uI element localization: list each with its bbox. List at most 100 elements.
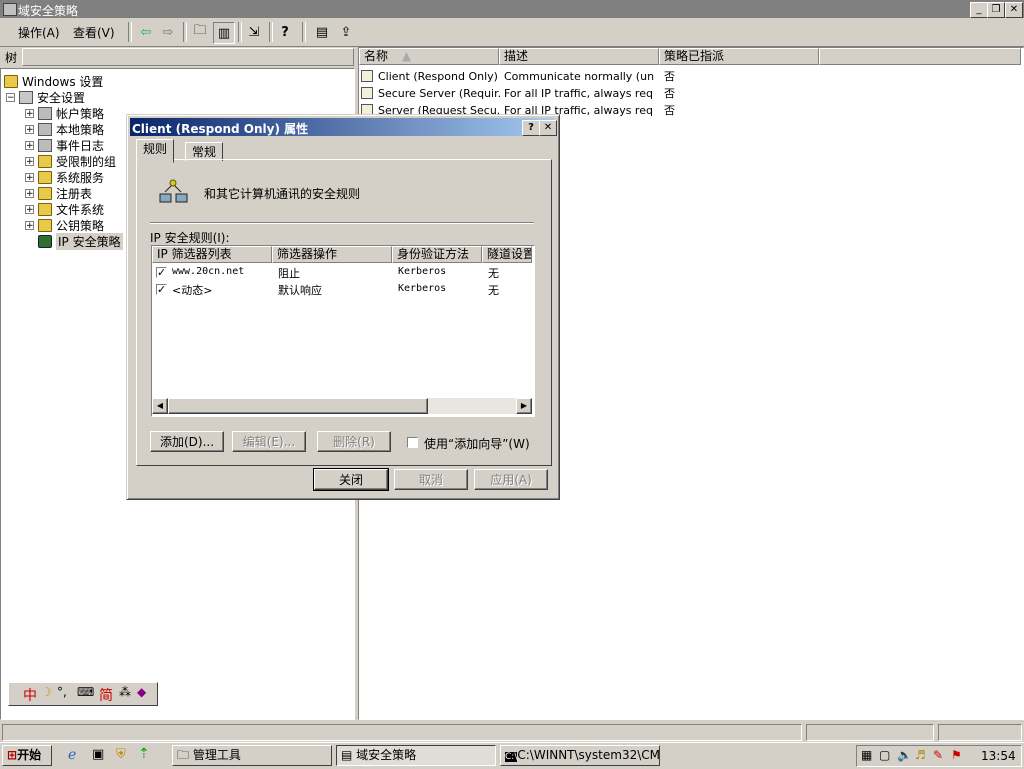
rule-row[interactable]: ✓ www.20cn.net 阻止 Kerberos 无 [152, 265, 532, 281]
quick-launch-arrow-icon[interactable]: ⇡ [138, 746, 150, 762]
tray-lock-icon[interactable]: ♬ [915, 748, 926, 762]
rule-column-header[interactable]: IP 筛选器列表 [152, 246, 272, 263]
task-domain-policy[interactable]: ▤ 域安全策略 [336, 745, 496, 766]
start-button[interactable]: ⊞开始 [2, 745, 52, 766]
scroll-thumb[interactable] [168, 398, 428, 414]
horizontal-scrollbar[interactable]: ◀ ▶ [152, 398, 532, 414]
keyboard-icon[interactable]: ⌨ [77, 685, 94, 699]
expand-icon[interactable]: + [25, 156, 34, 166]
restore-button[interactable]: ❐ [987, 2, 1005, 18]
wizard-checkbox-label[interactable]: 使用“添加向导”(W) [424, 435, 530, 452]
row-assigned: 否 [664, 104, 675, 117]
expand-icon[interactable]: + [25, 188, 34, 198]
rule-column-header[interactable]: 筛选器操作 [272, 246, 392, 263]
rule-column-header[interactable]: 隧道设置 [482, 246, 532, 263]
tree-item-label: IP 安全策略 [56, 232, 123, 250]
column-header-assigned[interactable]: 策略已指派 [659, 48, 819, 65]
collapse-icon[interactable]: − [6, 92, 15, 102]
remove-button[interactable]: 删除(R) [317, 431, 391, 452]
add-button[interactable]: 添加(D)... [150, 431, 224, 452]
tree-item-event-log[interactable]: + 事件日志 [25, 137, 104, 153]
close-dialog-button[interactable]: 关闭 [313, 468, 389, 491]
window-title-bar[interactable]: 域安全策略 _ ❐ ✕ [0, 0, 1024, 18]
ime-toolbar[interactable]: 中 ☽ °, ⌨ 简 ⁂ ◆ [8, 682, 158, 706]
expand-icon[interactable]: + [25, 172, 34, 182]
column-header-desc[interactable]: 描述 [499, 48, 659, 65]
menu-view[interactable]: 查看(V) [73, 24, 115, 41]
tab-rules[interactable]: 规则 [136, 139, 175, 163]
rule-action: 阻止 [278, 267, 300, 280]
dialog-close-button[interactable]: ✕ [539, 120, 557, 136]
properties-dialog[interactable]: Client (Respond Only) 属性 ? ✕ 规则 常规 和其它计算… [126, 114, 560, 500]
forward-icon[interactable]: ⇨ [158, 22, 178, 42]
rules-list[interactable]: IP 筛选器列表 筛选器操作 身份验证方法 隧道设置 ✓ www.20cn.ne… [151, 245, 535, 417]
wizard-checkbox[interactable] [407, 437, 418, 448]
windows-logo-icon: ⊞ [7, 748, 18, 762]
tree-root[interactable]: Windows 设置 [4, 73, 103, 89]
tree-item-ip-security[interactable]: IP 安全策略 [38, 232, 123, 250]
dialog-title-bar[interactable]: Client (Respond Only) 属性 ? ✕ [130, 118, 557, 136]
dialog-help-button[interactable]: ? [522, 120, 540, 136]
quick-launch-shield-icon[interactable]: ⛨ [116, 747, 126, 762]
policy-icon[interactable]: ▤ [312, 22, 332, 42]
scroll-left-button[interactable]: ◀ [152, 398, 168, 414]
cancel-button[interactable]: 取消 [394, 469, 468, 490]
expand-icon[interactable]: + [25, 140, 34, 150]
rule-checkbox[interactable]: ✓ [156, 267, 167, 278]
export-icon[interactable]: ⇲ [244, 22, 264, 42]
rule-auth: Kerberos [398, 283, 447, 294]
tree-item-label: 事件日志 [56, 138, 105, 153]
tray-monitor-icon[interactable]: ▢ [879, 748, 890, 762]
tray-clock[interactable]: 13:54 [981, 749, 1016, 763]
edit-button[interactable]: 编辑(E)... [232, 431, 306, 452]
list-row[interactable]: Client (Respond Only) Communicate normal… [361, 68, 1021, 84]
up-folder-icon[interactable]: 🗀 [190, 22, 210, 42]
help-icon[interactable]: ? [275, 22, 295, 42]
expand-icon[interactable]: + [25, 108, 34, 118]
rule-column-header[interactable]: 身份验证方法 [392, 246, 482, 263]
list-row[interactable]: Secure Server (Requir... For all IP traf… [361, 85, 1021, 101]
ime-simplified-indicator[interactable]: 简 [99, 685, 113, 705]
tree-item-account-policy[interactable]: + 帐户策略 [25, 105, 104, 121]
task-cmd[interactable]: C:\C:\WINNT\system32\CM... [500, 745, 660, 766]
dialog-description: 和其它计算机通讯的安全规则 [204, 187, 361, 201]
moon-icon[interactable]: ☽ [41, 685, 52, 699]
apply-button[interactable]: 应用(A) [474, 469, 548, 490]
minimize-button[interactable]: _ [970, 2, 988, 18]
book-icon[interactable]: ◆ [137, 685, 146, 699]
tray-network-icon[interactable]: ▦ [861, 748, 872, 762]
tree-item-registry[interactable]: + 注册表 [25, 185, 92, 201]
punctuation-icon[interactable]: °, [57, 685, 67, 699]
rule-row[interactable]: ✓ <动态> 默认响应 Kerberos 无 [152, 282, 532, 298]
quick-launch-ie-icon[interactable]: ℯ [68, 747, 76, 763]
soft-keyboard-icon[interactable]: ⁂ [119, 685, 131, 699]
row-desc: Communicate normally (uns... [504, 69, 654, 83]
assign-icon[interactable]: ⇪ [336, 22, 356, 42]
tree-item-file-system[interactable]: + 文件系统 [25, 201, 104, 217]
back-icon[interactable]: ⇦ [136, 22, 156, 42]
quick-launch-desktop-icon[interactable]: ▣ [92, 747, 104, 762]
scroll-right-button[interactable]: ▶ [516, 398, 532, 414]
column-header-name[interactable]: 名称 ▲ [359, 48, 499, 65]
expand-icon[interactable]: + [25, 220, 34, 230]
task-admin-tools[interactable]: 🗀 管理工具 [172, 745, 332, 766]
tree-item-system-services[interactable]: + 系统服务 [25, 169, 104, 185]
tree-item-local-policy[interactable]: + 本地策略 [25, 121, 104, 137]
tree-item-public-key[interactable]: + 公钥策略 [25, 217, 104, 233]
tree-security-settings[interactable]: − 安全设置 [6, 89, 85, 105]
ime-chinese-indicator[interactable]: 中 [23, 685, 37, 705]
close-button[interactable]: ✕ [1005, 2, 1023, 18]
column-label: 身份验证方法 [397, 247, 470, 261]
menu-action[interactable]: 操作(A) [18, 24, 60, 41]
tree-item-restricted-groups[interactable]: + 受限制的组 [25, 153, 116, 169]
show-tree-icon[interactable]: ▥ [213, 22, 235, 44]
tray-pen-icon[interactable]: ✎ [933, 748, 943, 762]
expand-icon[interactable]: + [25, 204, 34, 214]
tree-header: 树 [0, 46, 354, 66]
tray-volume-icon[interactable]: 🔈 [897, 748, 912, 762]
expand-icon[interactable]: + [25, 124, 34, 134]
app-icon [3, 3, 17, 16]
column-label: 名称 [364, 49, 389, 63]
tray-flag-icon[interactable]: ⚑ [951, 748, 962, 762]
rule-checkbox[interactable]: ✓ [156, 284, 167, 295]
